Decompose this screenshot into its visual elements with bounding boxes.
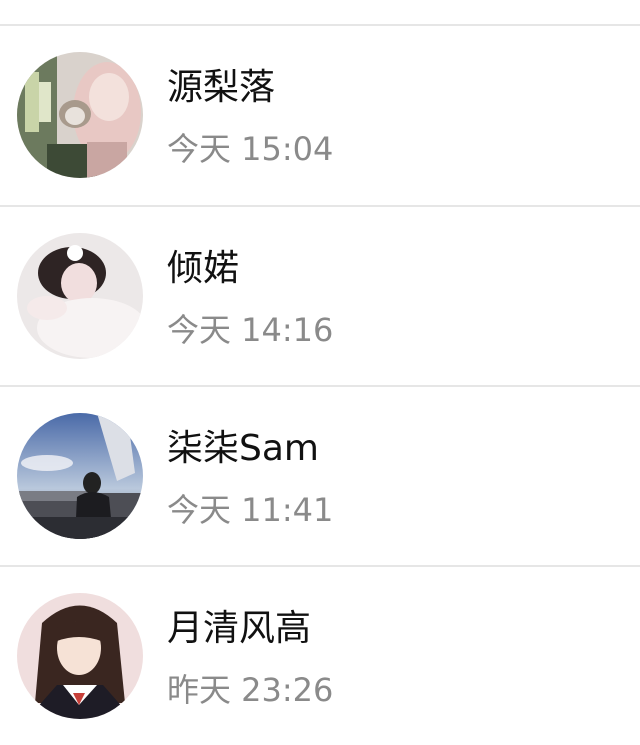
last-active-time: 今天 14:16 [167,311,334,349]
contact-name: 柒柒Sam [167,428,319,469]
avatar[interactable] [17,233,143,359]
avatar-anime-sailor-girl-icon [17,593,143,719]
contact-name: 倾婼 [167,248,240,289]
avatar-girl-with-cat-icon [17,52,143,178]
avatar-girl-lying-icon [17,233,143,359]
contact-name: 源梨落 [167,67,276,108]
last-active-time: 昨天 23:26 [167,671,334,709]
avatar[interactable] [17,52,143,178]
contact-list: 源梨落 今天 15:04 倾婼 今天 14:16 柒柒Sam 今天 11:41 … [0,0,640,725]
avatar[interactable] [17,593,143,719]
list-item[interactable]: 倾婼 今天 14:16 [0,207,640,385]
contact-name: 月清风高 [167,608,312,649]
list-item[interactable]: 月清风高 昨天 23:26 [0,567,640,745]
list-item[interactable]: 源梨落 今天 15:04 [0,26,640,204]
list-item[interactable]: 柒柒Sam 今天 11:41 [0,387,640,565]
last-active-time: 今天 11:41 [167,491,334,529]
last-active-time: 今天 15:04 [167,130,334,168]
avatar[interactable] [17,413,143,539]
avatar-city-balcony-icon [17,413,143,539]
